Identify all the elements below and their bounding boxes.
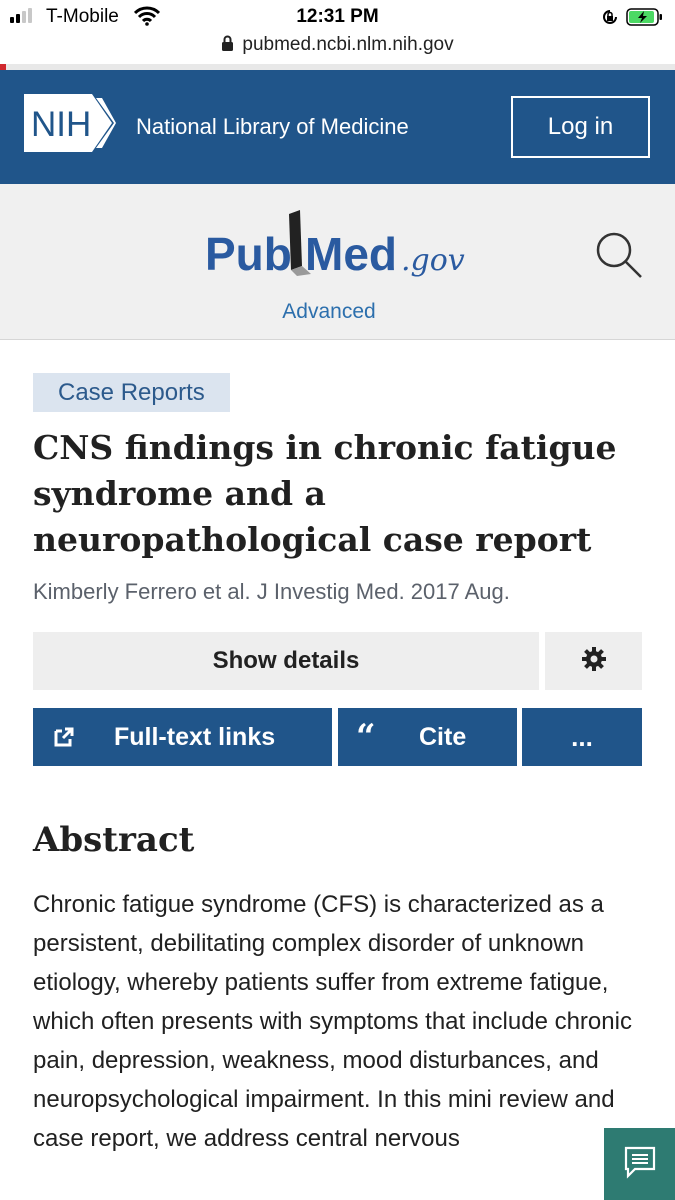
article-citation-meta: Kimberly Ferrero et al. J Investig Med. … [33, 579, 510, 604]
feedback-icon [623, 1145, 657, 1184]
full-text-links-label: Full-text links [114, 723, 276, 751]
gear-icon [581, 646, 607, 677]
abstract-heading: Abstract [33, 820, 195, 860]
status-time: 12:31 PM [296, 6, 379, 27]
abstract-text: Chronic fatigue syndrome (CFS) is charac… [33, 891, 632, 1152]
status-bar: T-Mobile 12:31 PM [0, 0, 675, 34]
url-text: pubmed.ncbi.nlm.nih.gov [242, 34, 454, 55]
display-settings-button[interactable] [545, 632, 642, 690]
show-details-button[interactable]: Show details [33, 632, 539, 690]
svg-text:.gov: .gov [401, 243, 465, 278]
external-link-icon [53, 726, 75, 755]
pubmed-logo[interactable]: Pub Med .gov [205, 208, 470, 289]
nih-logo[interactable]: NIH [24, 94, 116, 157]
search-icon[interactable] [594, 230, 644, 285]
login-button[interactable]: Log in [511, 96, 650, 158]
cite-label: Cite [419, 723, 467, 751]
nih-title[interactable]: National Library of Medicine [136, 114, 409, 140]
feedback-button[interactable] [604, 1128, 675, 1200]
more-actions-button[interactable]: ... [522, 708, 642, 766]
battery-icon [626, 8, 664, 26]
svg-text:Pub: Pub [205, 228, 292, 280]
lock-icon [221, 35, 234, 58]
svg-text:NIH: NIH [31, 105, 91, 144]
address-bar[interactable]: pubmed.ncbi.nlm.nih.gov [0, 30, 675, 64]
advanced-search-link[interactable]: Advanced [0, 300, 658, 324]
orientation-lock-icon [601, 8, 619, 31]
nih-header: NIH National Library of Medicine Log in [0, 70, 675, 184]
publication-type-badge: Case Reports [33, 373, 230, 412]
article-title: CNS findings in chronic fatigue syndrome… [33, 428, 617, 559]
svg-text:Med: Med [305, 228, 397, 280]
pubmed-header: Pub Med .gov Advanced [0, 184, 675, 340]
full-text-links-button[interactable]: Full-text links [33, 708, 332, 766]
quote-icon: “ [356, 717, 376, 757]
cite-button[interactable]: “ Cite [338, 708, 517, 766]
